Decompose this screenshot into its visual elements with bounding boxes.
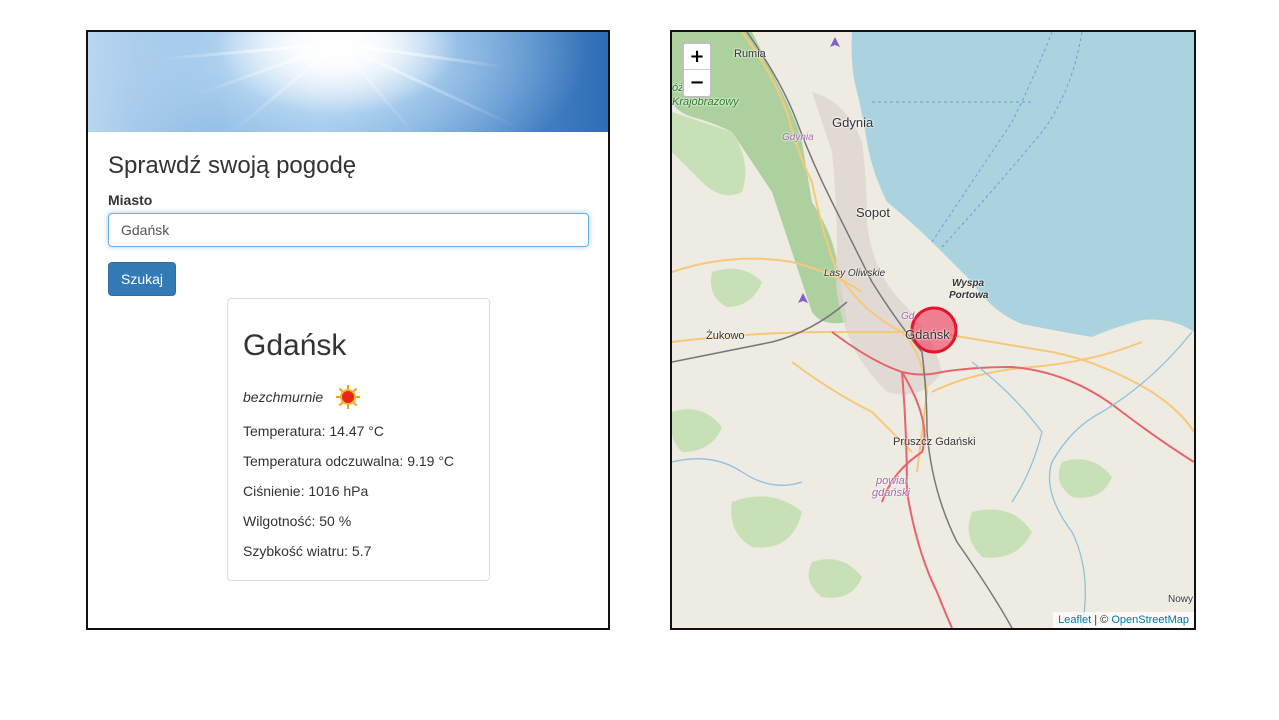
- map-label-gdansk: Gdańsk: [905, 327, 950, 342]
- weather-form: Sprawdź swoją pogodę Miasto Szukaj: [108, 150, 590, 296]
- map-label-portowa: Portowa: [949, 290, 989, 301]
- city-input[interactable]: [108, 213, 589, 247]
- attribution-separator: | ©: [1091, 614, 1112, 626]
- pressure-text: Ciśnienie: 1016 hPa: [243, 483, 369, 499]
- page-title: Sprawdź swoją pogodę: [108, 152, 357, 179]
- zoom-control: + −: [682, 42, 712, 98]
- weather-description: bezchmurnie: [243, 389, 324, 405]
- map-label-sopot: Sopot: [856, 205, 890, 220]
- weather-description-row: bezchmurnie: [243, 381, 474, 413]
- map-label-gdynia: Gdynia: [832, 115, 874, 130]
- map-label-gdanski: gdański: [872, 487, 910, 499]
- city-label: Miasto: [108, 192, 153, 208]
- sun-banner-image: [88, 32, 608, 132]
- weather-card: Gdańsk bezchmurnie Temperatura: 14.47 °C…: [227, 298, 490, 581]
- feels-like-text: Temperatura odczuwalna: 9.19 °C: [243, 453, 455, 469]
- map-label-pruszcz: Pruszcz Gdański: [893, 436, 976, 448]
- map-label-wyspa: Wyspa: [952, 278, 985, 289]
- clear-sky-icon: [335, 384, 361, 410]
- weather-panel: Sprawdź swoją pogodę Miasto Szukaj Gdańs…: [86, 30, 610, 630]
- openstreetmap-link[interactable]: OpenStreetMap: [1111, 614, 1189, 626]
- map-attribution: Leaflet | © OpenStreetMap: [1053, 612, 1194, 628]
- map-label-gdansk-district: Gd: [901, 311, 915, 322]
- map-label-rumia: Rumia: [734, 48, 766, 60]
- map-panel[interactable]: Rumia óżski Krajobrazowy Gdynia Gdynia S…: [670, 30, 1196, 630]
- zoom-in-button[interactable]: +: [684, 44, 710, 70]
- wind-speed-text: Szybkość wiatru: 5.7: [243, 543, 372, 559]
- map-label-gdynia-district: Gdynia: [782, 132, 814, 143]
- map-label-nowy: Nowy: [1168, 594, 1194, 605]
- map-label-powiat: powiat: [876, 475, 908, 487]
- weather-city: Gdańsk: [243, 329, 347, 362]
- map-label-zukowo: Żukowo: [706, 330, 745, 342]
- humidity-text: Wilgotność: 50 %: [243, 513, 352, 529]
- leaflet-link[interactable]: Leaflet: [1058, 614, 1091, 626]
- search-button[interactable]: Szukaj: [108, 262, 177, 296]
- zoom-out-button[interactable]: −: [684, 70, 710, 96]
- map-label-lasy-oliwskie: Lasy Oliwskie: [824, 268, 886, 279]
- temperature-text: Temperatura: 14.47 °C: [243, 423, 385, 439]
